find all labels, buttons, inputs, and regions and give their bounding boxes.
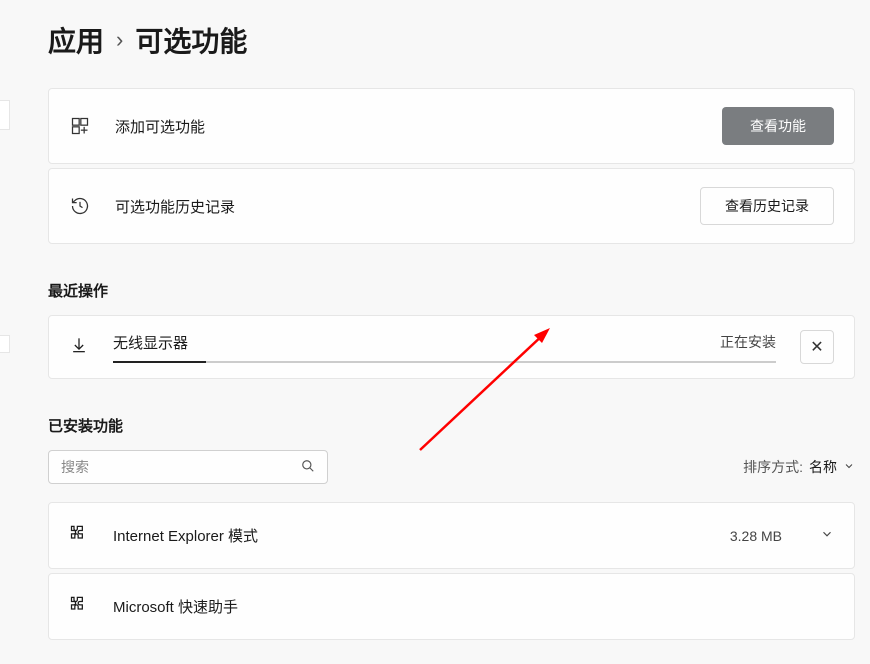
view-features-button[interactable]: 查看功能 — [722, 107, 834, 145]
recent-actions-title: 最近操作 — [48, 280, 855, 301]
add-feature-icon — [69, 115, 91, 137]
breadcrumb-separator: › — [116, 27, 123, 53]
history-row: 可选功能历史记录 查看历史记录 — [48, 168, 855, 244]
installed-features-title: 已安装功能 — [48, 415, 855, 436]
breadcrumb-current: 可选功能 — [135, 20, 247, 60]
feature-row[interactable]: Microsoft 快速助手 — [48, 573, 855, 640]
breadcrumb-parent[interactable]: 应用 — [48, 20, 104, 60]
cancel-install-button[interactable]: ✕ — [800, 330, 834, 364]
sort-dropdown[interactable]: 排序方式: 名称 — [743, 457, 855, 477]
feature-name: Microsoft 快速助手 — [113, 596, 834, 617]
search-icon — [301, 459, 315, 476]
left-panel-fragment — [0, 335, 10, 353]
search-input[interactable] — [61, 459, 301, 475]
download-icon — [69, 335, 89, 360]
chevron-down-icon — [820, 527, 834, 544]
puzzle-icon — [69, 594, 89, 619]
history-label: 可选功能历史记录 — [115, 196, 676, 217]
feature-row[interactable]: Internet Explorer 模式 3.28 MB — [48, 502, 855, 569]
progress-bar — [113, 361, 776, 363]
sort-label: 排序方式: — [743, 457, 803, 477]
installing-item-name: 无线显示器 — [113, 332, 188, 353]
install-progress-row: 无线显示器 正在安装 ✕ — [48, 315, 855, 379]
left-panel-fragment — [0, 100, 10, 130]
add-feature-label: 添加可选功能 — [115, 116, 698, 137]
add-feature-row: 添加可选功能 查看功能 — [48, 88, 855, 164]
view-history-button[interactable]: 查看历史记录 — [700, 187, 834, 225]
feature-size: 3.28 MB — [730, 528, 782, 544]
chevron-down-icon — [843, 459, 855, 475]
close-icon: ✕ — [810, 337, 823, 357]
installing-status: 正在安装 — [720, 332, 776, 353]
history-icon — [69, 195, 91, 217]
sort-value: 名称 — [809, 457, 837, 477]
feature-name: Internet Explorer 模式 — [113, 525, 706, 546]
search-box[interactable] — [48, 450, 328, 484]
puzzle-icon — [69, 523, 89, 548]
breadcrumb: 应用 › 可选功能 — [48, 20, 855, 60]
